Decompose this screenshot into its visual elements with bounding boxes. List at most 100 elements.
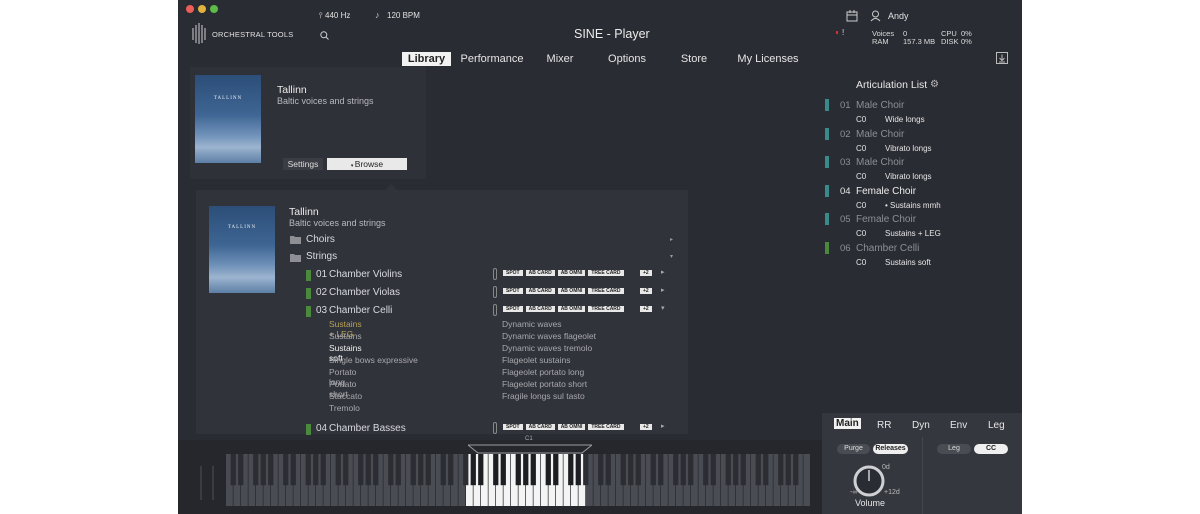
articulation-name[interactable]: Sustains soft (885, 258, 931, 267)
folder-strings[interactable]: Strings (306, 251, 337, 262)
search-icon[interactable] (320, 31, 329, 40)
black-key[interactable] (283, 454, 289, 486)
black-key[interactable] (688, 454, 694, 486)
black-key[interactable] (733, 454, 739, 486)
instrument-row[interactable]: 01 Chamber Violins SPOT AB CARD AB OMNI … (285, 268, 675, 282)
black-key[interactable] (545, 454, 551, 486)
mic-tag[interactable]: SPOT (503, 270, 523, 276)
black-key[interactable] (598, 454, 604, 486)
mic-tag[interactable]: SPOT (503, 306, 523, 312)
mic-tag[interactable]: AB CARD (525, 288, 555, 294)
articulation-instrument[interactable]: Male Choir (856, 157, 904, 168)
articulation-name[interactable]: Wide longs (885, 115, 925, 124)
more-mics-badge[interactable]: +2 (640, 424, 652, 430)
more-mics-badge[interactable]: +2 (640, 288, 652, 294)
user-name[interactable]: Andy (888, 11, 909, 21)
articulation-item[interactable]: Fragile longs sul tasto (502, 391, 585, 401)
calendar-icon[interactable] (846, 10, 859, 22)
black-key[interactable] (253, 454, 259, 486)
minimize-window-button[interactable] (198, 5, 206, 13)
mic-tag[interactable]: AB OMNI (557, 424, 586, 430)
tab-leg[interactable]: Leg (988, 420, 1005, 431)
tab-mixer[interactable]: Mixer (540, 52, 580, 66)
tab-library[interactable]: Library (402, 52, 451, 66)
mic-tag[interactable]: SPOT (503, 288, 523, 294)
black-key[interactable] (470, 454, 476, 486)
articulation-item[interactable]: Staccato (329, 391, 362, 401)
expand-icon[interactable]: ▸ (661, 422, 665, 430)
black-key[interactable] (635, 454, 641, 486)
black-key[interactable] (290, 454, 296, 486)
mic-tag[interactable]: AB CARD (525, 270, 555, 276)
mod-wheel[interactable] (212, 466, 214, 500)
black-key[interactable] (268, 454, 274, 486)
articulation-item[interactable]: Dynamic waves flageolet (502, 331, 596, 341)
black-key[interactable] (313, 454, 319, 486)
black-key[interactable] (388, 454, 394, 486)
black-key[interactable] (448, 454, 454, 486)
black-key[interactable] (680, 454, 686, 486)
black-key[interactable] (365, 454, 371, 486)
black-key[interactable] (418, 454, 424, 486)
collapse-icon[interactable]: ▾ (661, 304, 665, 312)
tab-main[interactable]: Main (834, 418, 861, 429)
zoom-window-button[interactable] (210, 5, 218, 13)
expand-icon[interactable]: ▸ (661, 268, 665, 276)
mic-tag[interactable]: AB OMNI (557, 270, 586, 276)
black-key[interactable] (260, 454, 266, 486)
black-key[interactable] (425, 454, 431, 486)
instrument-row[interactable]: 02 Chamber Violas SPOT AB CARD AB OMNI T… (285, 286, 675, 300)
black-key[interactable] (628, 454, 634, 486)
black-key[interactable] (658, 454, 664, 486)
black-key[interactable] (605, 454, 611, 486)
tab-options[interactable]: Options (603, 52, 651, 66)
black-key[interactable] (523, 454, 529, 486)
cc-button[interactable]: CC (974, 444, 1008, 454)
tempo-value[interactable]: 120 BPM (387, 11, 420, 20)
mic-tag[interactable]: TREE CARD (588, 306, 624, 312)
articulation-name[interactable]: Sustains + LEG (885, 229, 941, 238)
collapse-strings-icon[interactable]: ▾ (670, 253, 673, 260)
tuning-value[interactable]: 440 Hz (325, 11, 350, 20)
mic-tag[interactable]: TREE CARD (588, 288, 624, 294)
close-window-button[interactable] (186, 5, 194, 13)
download-icon[interactable] (996, 52, 1008, 64)
black-key[interactable] (515, 454, 521, 486)
articulation-item[interactable]: Flageolet portato long (502, 367, 584, 377)
black-key[interactable] (493, 454, 499, 486)
tab-rr[interactable]: RR (877, 420, 891, 431)
articulation-item[interactable]: Dynamic waves (502, 319, 562, 329)
tab-store[interactable]: Store (676, 52, 712, 66)
folder-choirs[interactable]: Choirs (306, 234, 335, 245)
tab-my-licenses[interactable]: My Licenses (736, 52, 800, 66)
black-key[interactable] (778, 454, 784, 486)
black-key[interactable] (725, 454, 731, 486)
articulation-item[interactable]: Tremolo (329, 403, 360, 413)
articulation-instrument[interactable]: Female Choir (856, 186, 916, 197)
black-key[interactable] (395, 454, 401, 486)
black-key[interactable] (500, 454, 506, 486)
articulation-instrument[interactable]: Female Choir (856, 214, 916, 225)
black-key[interactable] (335, 454, 341, 486)
articulation-item[interactable]: Dynamic waves tremolo (502, 343, 592, 353)
releases-button[interactable]: Releases (873, 444, 908, 454)
articulation-instrument[interactable]: Male Choir (856, 129, 904, 140)
tab-performance[interactable]: Performance (460, 52, 524, 66)
mic-tag[interactable]: SPOT (503, 424, 523, 430)
black-key[interactable] (553, 454, 559, 486)
black-key[interactable] (755, 454, 761, 486)
more-mics-badge[interactable]: +2 (640, 270, 652, 276)
white-key[interactable] (803, 454, 811, 506)
black-key[interactable] (440, 454, 446, 486)
mic-tag[interactable]: AB CARD (525, 306, 555, 312)
articulation-item[interactable]: Flageolet sustains (502, 355, 571, 365)
black-key[interactable] (238, 454, 244, 486)
piano-keyboard[interactable] (226, 454, 810, 506)
pitch-wheel[interactable] (200, 466, 202, 500)
black-key[interactable] (320, 454, 326, 486)
expand-choirs-icon[interactable]: ▸ (670, 236, 673, 243)
user-icon[interactable] (870, 10, 881, 22)
tab-env[interactable]: Env (950, 420, 967, 431)
mic-tag[interactable]: AB OMNI (557, 306, 586, 312)
black-key[interactable] (478, 454, 484, 486)
